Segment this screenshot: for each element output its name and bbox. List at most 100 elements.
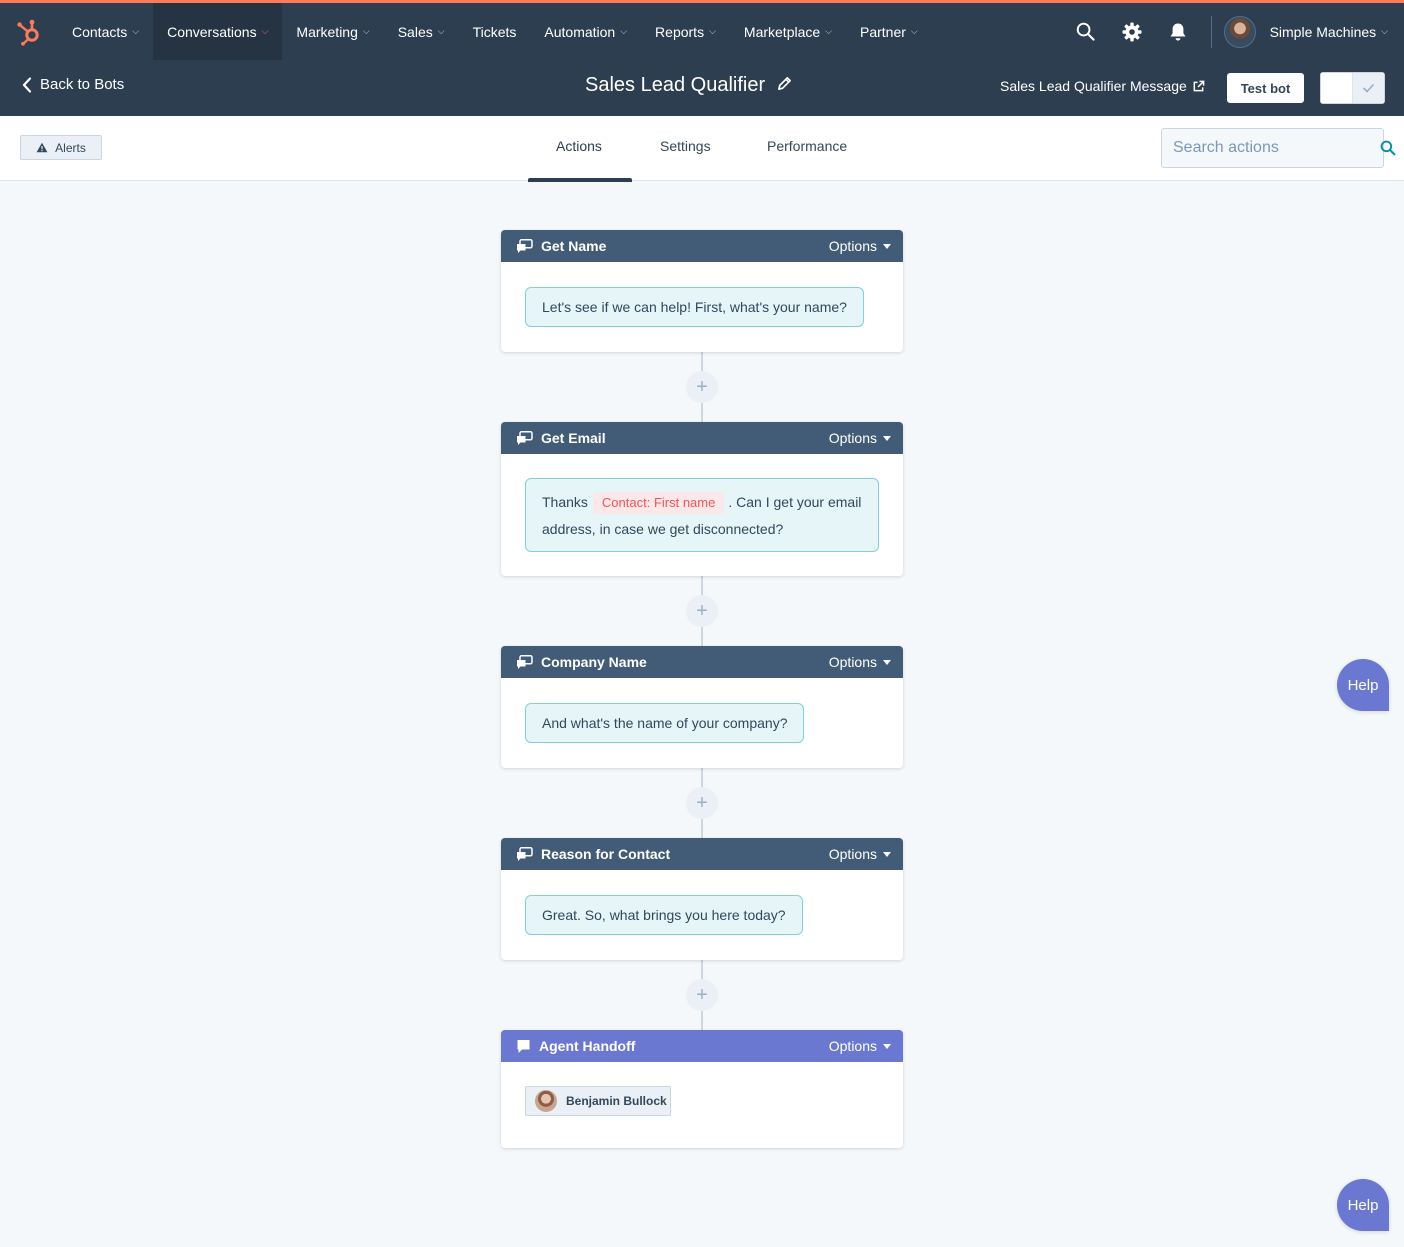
- nav-label: Partner: [860, 23, 906, 40]
- card-title: Get Email: [541, 430, 606, 446]
- bot-message: Let's see if we can help! First, what's …: [525, 287, 864, 327]
- nav-label: Automation: [544, 23, 616, 40]
- card-header: Get Name Options: [501, 230, 903, 262]
- top-navigation: Contacts ⌵ Conversations ⌵ Marketing ⌵ Sale…: [0, 0, 1404, 60]
- test-bot-button[interactable]: Test bot: [1227, 73, 1304, 103]
- search-icon[interactable]: [1063, 3, 1109, 60]
- personalization-token[interactable]: Contact: First name: [592, 492, 725, 514]
- alerts-button[interactable]: Alerts: [20, 135, 102, 160]
- caret-down-icon: [883, 1043, 891, 1049]
- add-action-button[interactable]: +: [686, 371, 718, 403]
- chevron-down-icon: ⌵: [709, 26, 716, 36]
- warning-icon: [36, 142, 48, 153]
- caret-down-icon: [883, 435, 891, 441]
- card-title: Get Name: [541, 238, 607, 254]
- message-text: Thanks: [542, 494, 588, 510]
- options-label: Options: [828, 654, 877, 670]
- options-label: Options: [828, 430, 877, 446]
- bell-icon[interactable]: [1155, 3, 1201, 60]
- nav-sales[interactable]: Sales ⌵: [384, 3, 459, 60]
- options-dropdown[interactable]: Options: [829, 1038, 891, 1054]
- gear-icon[interactable]: [1109, 3, 1155, 60]
- agent-chip[interactable]: Benjamin Bullock: [525, 1086, 671, 1116]
- bot-message: Thanks Contact: First name. Can I get you…: [525, 478, 879, 552]
- search-icon[interactable]: [1380, 140, 1396, 156]
- nav-label: Marketing: [296, 23, 358, 40]
- nav-label: Conversations: [167, 23, 257, 40]
- options-label: Options: [828, 846, 877, 862]
- nav-conversations[interactable]: Conversations ⌵: [153, 3, 283, 60]
- nav-label: Tickets: [472, 23, 517, 40]
- card-title: Reason for Contact: [541, 846, 671, 862]
- chevron-down-icon: ⌵: [132, 26, 140, 36]
- bot-status-toggle[interactable]: [1320, 72, 1385, 104]
- message-link-text: Sales Lead Qualifier Message: [1000, 78, 1187, 94]
- options-dropdown[interactable]: Options: [829, 846, 891, 862]
- chevron-down-icon: ⌵: [910, 26, 918, 36]
- nav-tickets[interactable]: Tickets: [459, 3, 531, 60]
- action-card-get-name[interactable]: Get Name Options Let's see if we can hel…: [501, 230, 903, 352]
- toggle-knob: [1321, 73, 1353, 103]
- bot-title-text: Sales Lead Qualifier: [585, 74, 766, 96]
- agent-avatar: [535, 1090, 557, 1112]
- options-dropdown[interactable]: Options: [829, 430, 891, 446]
- nav-label: Reports: [655, 23, 705, 40]
- account-menu[interactable]: Simple Machines ⌵: [1270, 24, 1388, 40]
- card-title: Company Name: [541, 654, 647, 670]
- action-card-reason-for-contact[interactable]: Reason for Contact Options Great. So, wh…: [501, 838, 903, 960]
- help-button[interactable]: Help: [1337, 659, 1389, 711]
- add-action-button[interactable]: +: [686, 787, 718, 819]
- card-title: Agent Handoff: [539, 1038, 636, 1054]
- nav-label: Contacts: [72, 23, 128, 40]
- caret-down-icon: [883, 659, 891, 665]
- caret-down-icon: [883, 243, 891, 249]
- nav-partner[interactable]: Partner ⌵: [846, 3, 932, 60]
- bot-message: Great. So, what brings you here today?: [525, 895, 803, 935]
- nav-automation[interactable]: Automation ⌵: [530, 3, 641, 60]
- card-header: Company Name Options: [501, 646, 903, 678]
- check-icon: [1353, 73, 1384, 103]
- tab-performance[interactable]: Performance: [767, 138, 847, 154]
- tabs-bar: Alerts Actions Settings Performance: [0, 116, 1404, 182]
- search-input[interactable]: [1162, 129, 1380, 167]
- nav-contacts[interactable]: Contacts ⌵: [58, 3, 153, 60]
- action-card-company-name[interactable]: Company Name Options And what's the name…: [501, 646, 903, 768]
- nav-reports[interactable]: Reports ⌵: [641, 3, 730, 60]
- back-to-bots-link[interactable]: Back to Bots: [22, 76, 124, 93]
- active-tab-indicator: [528, 178, 632, 182]
- action-card-agent-handoff[interactable]: Agent Handoff Options Benjamin Bullock: [501, 1030, 903, 1148]
- chevron-down-icon: ⌵: [261, 26, 269, 36]
- options-label: Options: [828, 1038, 877, 1054]
- tab-actions[interactable]: Actions: [556, 138, 602, 154]
- help-button[interactable]: Help: [1337, 1179, 1389, 1231]
- options-dropdown[interactable]: Options: [829, 654, 891, 670]
- avatar[interactable]: [1223, 15, 1256, 48]
- chevron-down-icon: ⌵: [362, 26, 370, 36]
- chevron-left-icon: [22, 76, 32, 93]
- nav-marketplace[interactable]: Marketplace ⌵: [730, 3, 846, 60]
- chevron-down-icon: ⌵: [825, 26, 832, 36]
- add-action-button[interactable]: +: [686, 595, 718, 627]
- chevron-down-icon: ⌵: [437, 26, 445, 36]
- card-header: Get Email Options: [501, 422, 903, 454]
- account-name: Simple Machines: [1269, 23, 1377, 40]
- nav-label: Marketplace: [743, 23, 821, 40]
- chat-bubbles-icon: [517, 430, 533, 445]
- tab-settings[interactable]: Settings: [660, 138, 711, 154]
- pencil-icon[interactable]: [777, 74, 792, 97]
- chevron-down-icon: ⌵: [620, 26, 628, 36]
- options-dropdown[interactable]: Options: [829, 238, 891, 254]
- card-header: Reason for Contact Options: [501, 838, 903, 870]
- chat-bubbles-icon: [517, 238, 533, 253]
- bot-header: Back to Bots Sales Lead Qualifier Sales …: [0, 60, 1404, 116]
- external-link-icon: [1193, 80, 1205, 91]
- bot-message-link[interactable]: Sales Lead Qualifier Message: [1000, 78, 1205, 94]
- nav-marketing[interactable]: Marketing ⌵: [282, 3, 383, 60]
- add-action-button[interactable]: +: [686, 979, 718, 1011]
- hubspot-logo-icon[interactable]: [0, 3, 58, 60]
- chevron-down-icon: ⌵: [1381, 26, 1388, 36]
- search-actions: [1161, 128, 1396, 168]
- action-card-get-email[interactable]: Get Email Options Thanks Contact: First n…: [501, 422, 903, 576]
- chat-bubble-icon: [517, 1039, 530, 1053]
- back-label: Back to Bots: [40, 76, 125, 93]
